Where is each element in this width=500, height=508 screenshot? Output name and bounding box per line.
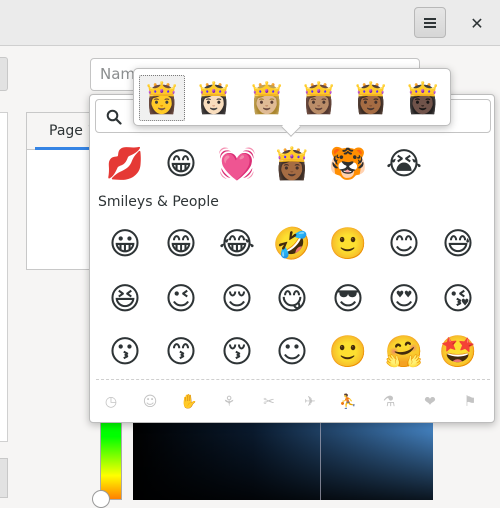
color-plane-crosshair xyxy=(320,420,321,500)
color-plane[interactable] xyxy=(133,420,433,500)
emoji-cell[interactable]: 😍 xyxy=(380,275,428,323)
food-category-icon[interactable]: ✂ xyxy=(254,387,284,417)
category-bar: ◷ ☺ ✋ ⚘ ✂ ✈ ⛹ ⚗ ❤ ⚑ xyxy=(90,387,496,417)
emoji-cell[interactable]: 🙂 xyxy=(324,328,372,376)
emoji-cell[interactable]: 😋 xyxy=(268,275,316,323)
skin-tone-light[interactable]: 👸🏻 xyxy=(191,75,237,121)
emoji-cell[interactable]: 😚 xyxy=(213,328,261,376)
emoji-cell[interactable]: 😂 xyxy=(213,220,261,268)
skin-tone-medium-dark[interactable]: 👸🏾 xyxy=(348,75,394,121)
emoji-cell[interactable]: 😀 xyxy=(101,220,149,268)
emoji-cell[interactable]: 😊 xyxy=(380,220,428,268)
activities-category-icon[interactable]: ⛹ xyxy=(333,387,363,417)
emoji-cell[interactable]: 🙂 xyxy=(324,220,372,268)
nature-category-icon[interactable]: ⚘ xyxy=(214,387,244,417)
emoji-cell[interactable]: 😗 xyxy=(101,328,149,376)
emoji-chooser: 💋 😁 💓 👸🏾 🐯 😭 Smileys & People 😀 😁 😂 🤣 🙂 … xyxy=(89,94,495,423)
recent-category-icon[interactable]: ◷ xyxy=(96,387,126,417)
flags-category-icon[interactable]: ⚑ xyxy=(455,387,485,417)
sidebar-button-edge[interactable] xyxy=(0,57,8,91)
emoji-cell[interactable]: 🤣 xyxy=(268,220,316,268)
hue-slider[interactable] xyxy=(100,420,122,500)
emoji-cell[interactable]: ☺ xyxy=(268,328,316,376)
emoji-row-3: 😗 😙 😚 ☺ 🙂 🤗 🤩 xyxy=(90,328,496,376)
skin-tone-medium-light[interactable]: 👸🏼 xyxy=(244,75,290,121)
menu-button[interactable] xyxy=(414,7,446,38)
symbols-category-icon[interactable]: ❤ xyxy=(415,387,445,417)
travel-category-icon[interactable]: ✈ xyxy=(295,387,325,417)
close-button[interactable]: ✕ xyxy=(462,8,492,38)
hue-slider-knob[interactable] xyxy=(92,490,110,508)
emoji-recent-5[interactable]: 🐯 xyxy=(324,140,372,188)
emoji-cell[interactable]: 😘 xyxy=(434,275,482,323)
close-icon: ✕ xyxy=(470,13,484,33)
emoji-cell[interactable]: 😉 xyxy=(157,275,205,323)
sidebar-button-edge-bottom[interactable] xyxy=(0,458,8,498)
emoji-recent-4[interactable]: 👸🏾 xyxy=(268,140,316,188)
emoji-recent-1[interactable]: 💋 xyxy=(101,140,149,188)
emoji-recent-2[interactable]: 😁 xyxy=(157,140,205,188)
category-divider xyxy=(96,379,490,380)
emoji-row-2: 😆 😉 😌 😋 😎 😍 😘 xyxy=(90,275,496,323)
section-title-smileys: Smileys & People xyxy=(98,194,219,210)
emoji-recent-3[interactable]: 💓 xyxy=(213,140,261,188)
smileys-category-icon[interactable]: ☺ xyxy=(135,387,165,417)
skin-tone-dark[interactable]: 👸🏿 xyxy=(400,75,446,121)
emoji-cell[interactable]: 😅 xyxy=(434,220,482,268)
skin-tone-default[interactable]: 👸 xyxy=(139,75,185,121)
sidebar-panel-edge xyxy=(0,112,8,442)
emoji-recent-6[interactable]: 😭 xyxy=(380,140,428,188)
hamburger-menu-icon xyxy=(424,17,436,28)
emoji-cell[interactable]: 😁 xyxy=(157,220,205,268)
emoji-cell[interactable]: 😆 xyxy=(101,275,149,323)
emoji-cell[interactable]: 🤩 xyxy=(434,328,482,376)
objects-category-icon[interactable]: ⚗ xyxy=(374,387,404,417)
header-bar: ✕ xyxy=(0,0,500,46)
search-icon xyxy=(106,109,122,125)
emoji-cell[interactable]: 😎 xyxy=(324,275,372,323)
skin-tone-popover: 👸 👸🏻 👸🏼 👸🏽 👸🏾 👸🏿 xyxy=(133,68,451,137)
emoji-cell[interactable]: 😙 xyxy=(157,328,205,376)
emoji-cell[interactable]: 😌 xyxy=(213,275,261,323)
recent-emoji-row: 💋 😁 💓 👸🏾 🐯 😭 xyxy=(90,140,496,188)
emoji-cell[interactable]: 🤗 xyxy=(380,328,428,376)
body-category-icon[interactable]: ✋ xyxy=(174,387,204,417)
emoji-row-1: 😀 😁 😂 🤣 🙂 😊 😅 xyxy=(90,220,496,268)
skin-tone-medium[interactable]: 👸🏽 xyxy=(296,75,342,121)
